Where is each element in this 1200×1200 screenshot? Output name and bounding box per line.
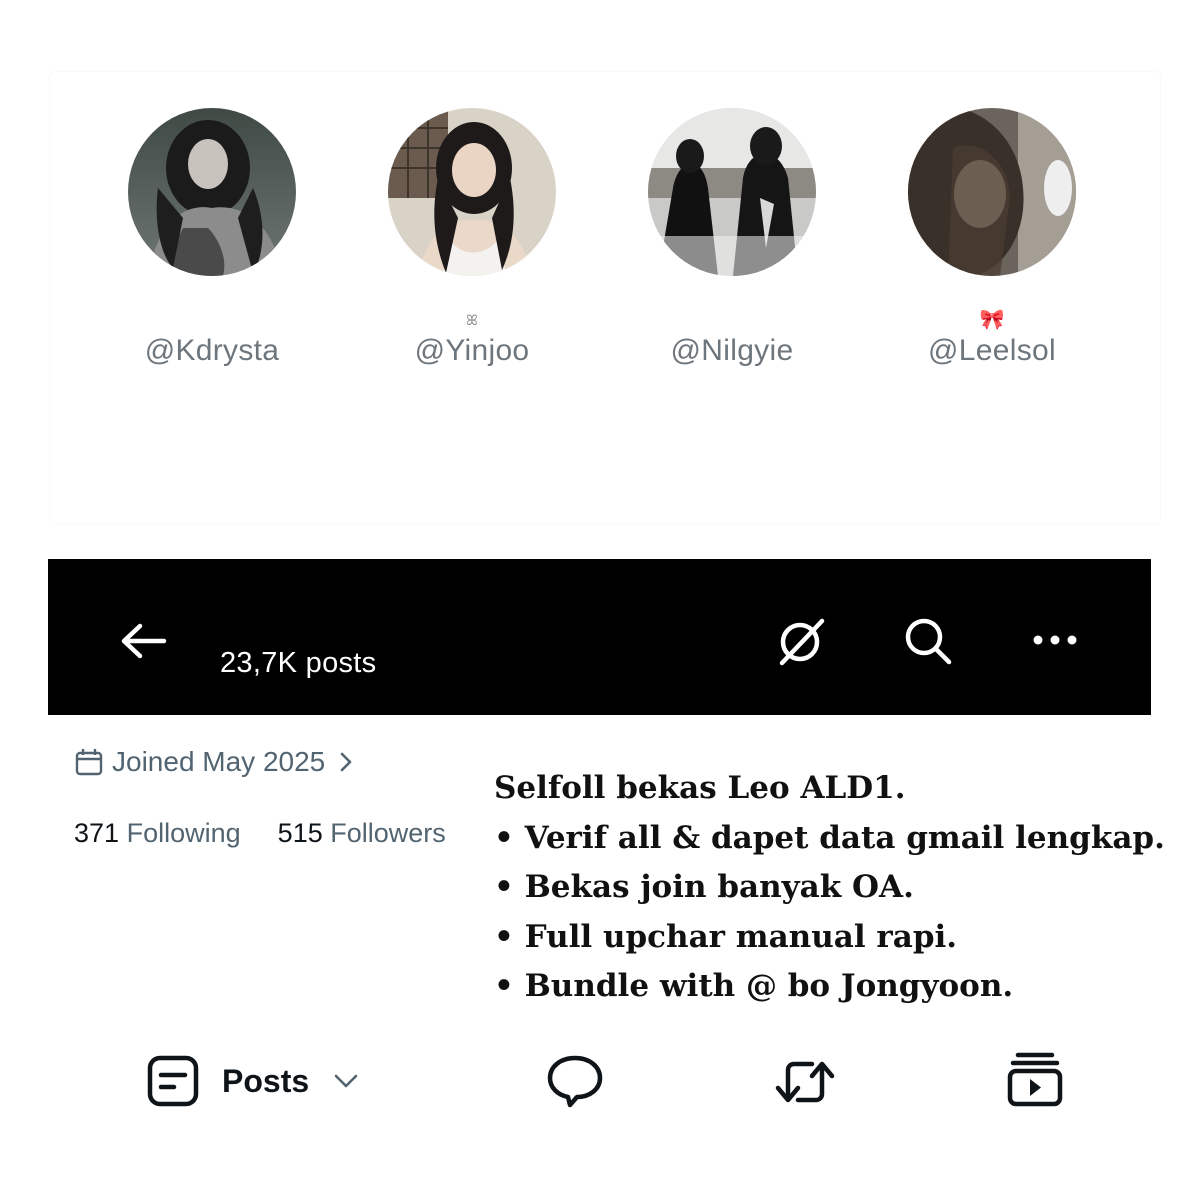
avatar[interactable] — [388, 108, 556, 276]
followers-link[interactable]: 515 Followers — [278, 818, 446, 848]
bio-line: • Verif all & dapet data gmail lengkap. — [494, 819, 1165, 856]
account-leelsol[interactable]: 🎀 @Leelsol — [908, 108, 1076, 368]
bio-line: Selfoll bekas Leo ALD1. — [494, 770, 906, 806]
account-handle[interactable]: @Yinjoo — [388, 334, 556, 368]
handle-decoration — [648, 306, 816, 334]
account-handle[interactable]: @Nilgyie — [648, 334, 816, 368]
bio-line: • Bekas join banyak OA. — [494, 869, 914, 905]
bio-line: • Bundle with @ bo Jongyoon. — [494, 968, 1014, 1004]
following-link[interactable]: 371 Following — [74, 818, 248, 848]
chevron-down-icon[interactable] — [333, 1071, 359, 1091]
handle-decoration — [128, 306, 296, 334]
account-yinjoo[interactable]: ꕤ @Yinjoo — [388, 108, 556, 368]
follow-stats: 371 Following 515 Followers — [74, 818, 446, 849]
joined-label: Joined May 2025 — [112, 746, 326, 777]
profile-header — [48, 559, 1151, 715]
back-arrow-icon[interactable] — [118, 620, 168, 662]
repost-icon[interactable] — [774, 1056, 836, 1108]
account-handle[interactable]: @Leelsol — [908, 334, 1076, 368]
handle-decoration: 🎀 — [979, 309, 1005, 331]
tab-posts[interactable]: Posts — [146, 1054, 359, 1108]
avatar[interactable] — [648, 108, 816, 276]
reply-icon[interactable] — [546, 1054, 604, 1108]
avatar[interactable] — [128, 108, 296, 276]
grok-icon[interactable] — [776, 615, 828, 667]
account-nilgyie[interactable]: @Nilgyie — [648, 108, 816, 368]
account-handle[interactable]: @Kdrysta — [128, 334, 296, 368]
handle-decoration: ꕤ — [466, 312, 478, 328]
following-count: 371 — [74, 818, 120, 848]
joined-date[interactable]: Joined May 2025 — [74, 742, 365, 782]
more-icon[interactable] — [1030, 615, 1082, 667]
following-label: Following — [126, 818, 241, 848]
media-icon[interactable] — [1006, 1050, 1064, 1108]
followers-count: 515 — [277, 818, 323, 848]
calendar-icon — [75, 749, 103, 776]
bio-overlay: Selfoll bekas Leo ALD1. • Verif all & da… — [494, 764, 1184, 1012]
avatar[interactable] — [908, 108, 1076, 276]
posts-icon — [147, 1055, 199, 1107]
chevron-right-icon — [340, 752, 352, 772]
bio-line: • Full upchar manual rapi. — [494, 918, 958, 955]
search-icon[interactable] — [902, 615, 954, 667]
account-kdrysta[interactable]: @Kdrysta — [128, 108, 296, 368]
followers-label: Followers — [330, 818, 446, 848]
posts-count: 23,7K posts — [220, 647, 377, 679]
tab-posts-label: Posts — [222, 1062, 310, 1099]
